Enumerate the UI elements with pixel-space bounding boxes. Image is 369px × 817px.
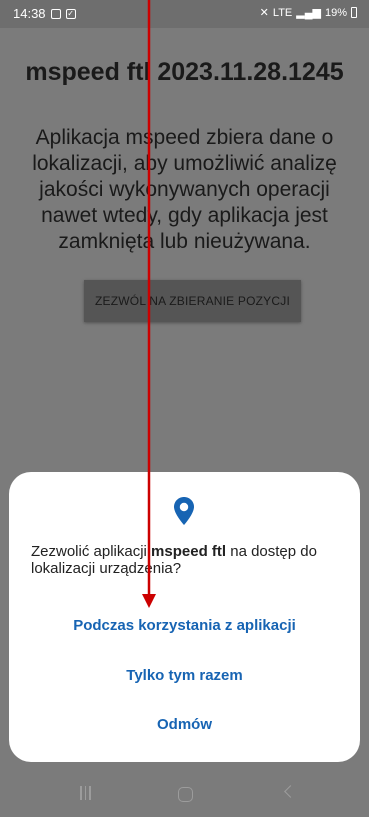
annotation-arrow — [142, 0, 156, 608]
